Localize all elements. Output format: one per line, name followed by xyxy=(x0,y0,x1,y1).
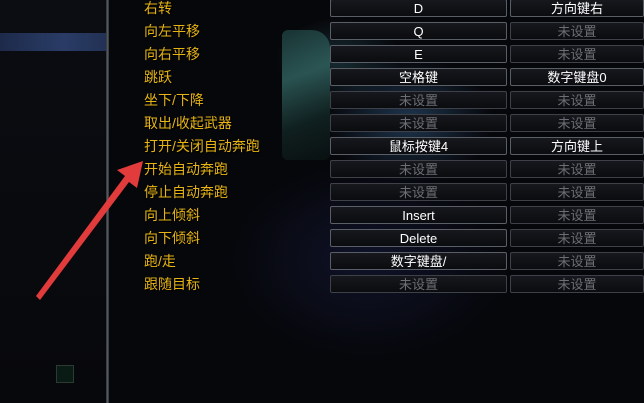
primary-key-slot[interactable]: 数字键盘/ xyxy=(330,252,507,270)
secondary-key-slot[interactable]: 未设置 xyxy=(510,252,644,270)
keybinding-action-label: 取出/收起武器 xyxy=(144,115,232,131)
keybinding-action-label: 向右平移 xyxy=(144,46,200,62)
secondary-key-slot[interactable]: 未设置 xyxy=(510,206,644,224)
left-panel-checkbox[interactable] xyxy=(56,365,74,383)
keybinding-action-label: 右转 xyxy=(144,0,172,16)
selected-category-highlight[interactable] xyxy=(0,33,106,51)
primary-key-slot[interactable]: D xyxy=(330,0,507,17)
keybinding-action-label: 跑/走 xyxy=(144,253,176,269)
secondary-key-slot[interactable]: 未设置 xyxy=(510,114,644,132)
primary-key-slot[interactable]: E xyxy=(330,45,507,63)
secondary-key-slot[interactable]: 方向键上 xyxy=(510,137,644,155)
primary-key-slot[interactable]: 未设置 xyxy=(330,275,507,293)
primary-key-slot[interactable]: 未设置 xyxy=(330,114,507,132)
secondary-key-slot[interactable]: 数字键盘0 xyxy=(510,68,644,86)
keybinding-action-label: 开始自动奔跑 xyxy=(144,161,228,177)
keybinding-action-label: 打开/关闭自动奔跑 xyxy=(144,138,260,154)
keybinding-action-label: 向上倾斜 xyxy=(144,207,200,223)
background-machine-art xyxy=(282,30,330,160)
primary-key-slot[interactable]: 空格键 xyxy=(330,68,507,86)
secondary-key-slot[interactable]: 未设置 xyxy=(510,91,644,109)
primary-key-slot[interactable]: Q xyxy=(330,22,507,40)
secondary-key-slot[interactable]: 未设置 xyxy=(510,22,644,40)
primary-key-slot[interactable]: 鼠标按键4 xyxy=(330,137,507,155)
secondary-key-slot[interactable]: 未设置 xyxy=(510,160,644,178)
secondary-key-slot[interactable]: 未设置 xyxy=(510,275,644,293)
secondary-key-slot[interactable]: 未设置 xyxy=(510,183,644,201)
secondary-key-slot[interactable]: 方向键右 xyxy=(510,0,644,17)
secondary-key-slot[interactable]: 未设置 xyxy=(510,45,644,63)
keybinding-action-label: 坐下/下降 xyxy=(144,92,204,108)
secondary-key-slot[interactable]: 未设置 xyxy=(510,229,644,247)
primary-key-slot[interactable]: 未设置 xyxy=(330,91,507,109)
primary-key-slot[interactable]: 未设置 xyxy=(330,160,507,178)
primary-key-slot[interactable]: Insert xyxy=(330,206,507,224)
keybinding-action-label: 停止自动奔跑 xyxy=(144,184,228,200)
keybinding-action-label: 向左平移 xyxy=(144,23,200,39)
keybinding-action-label: 跟随目标 xyxy=(144,276,200,292)
primary-key-slot[interactable]: Delete xyxy=(330,229,507,247)
keybinding-action-label: 向下倾斜 xyxy=(144,230,200,246)
primary-key-slot[interactable]: 未设置 xyxy=(330,183,507,201)
keybinding-action-label: 跳跃 xyxy=(144,69,172,85)
left-category-panel xyxy=(0,0,108,403)
